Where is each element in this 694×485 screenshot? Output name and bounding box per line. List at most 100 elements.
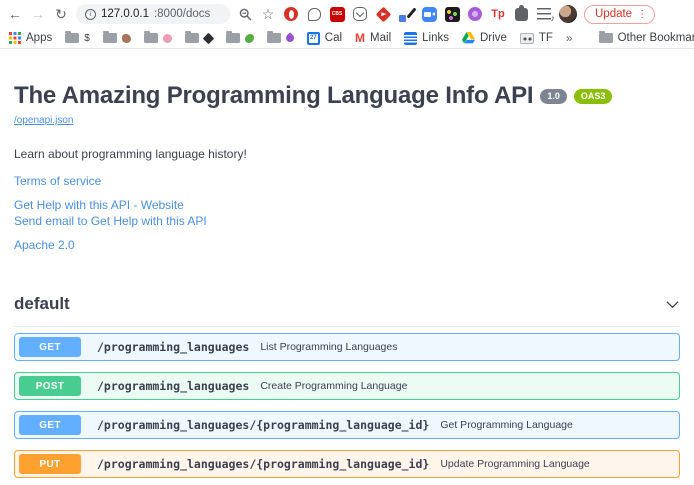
bookmark-folder-horse[interactable] <box>103 33 131 43</box>
bookmarks-overflow-icon[interactable]: » <box>566 31 573 45</box>
bookmark-tf-label: TF <box>539 32 553 44</box>
bookmarks-bar: Apps $ 27 Cal M Mail Links Drive TF » Ot… <box>0 28 694 49</box>
folder-icon <box>267 33 281 43</box>
bookmark-tf[interactable]: TF <box>520 32 553 44</box>
operation-path: /programming_languages <box>97 379 249 393</box>
other-bookmarks[interactable]: Other Bookmarks <box>599 32 694 44</box>
links-list-icon <box>404 32 417 45</box>
forward-icon[interactable]: → <box>30 7 46 21</box>
operations-list: GET /programming_languages List Programm… <box>14 333 680 485</box>
bookmark-star-icon[interactable]: ☆ <box>260 6 276 22</box>
bubble-glyph <box>308 8 321 21</box>
contact-email-link[interactable]: Send email to Get Help with this API <box>14 214 680 228</box>
api-description: Learn about programming language history… <box>14 147 680 161</box>
url-host: 127.0.0.1 <box>101 8 149 20</box>
zoom-out-icon[interactable] <box>237 6 253 22</box>
tp-extension-icon[interactable]: Tp <box>490 6 506 22</box>
folder-icon <box>599 33 613 43</box>
bookmark-folder-grad[interactable] <box>185 33 213 43</box>
pattern-extension-icon[interactable] <box>444 6 460 22</box>
browser-menu-icon: ⋮ <box>637 9 647 20</box>
bookmark-folder-heart[interactable] <box>267 33 294 43</box>
reload-icon[interactable]: ↻ <box>53 7 69 21</box>
bookmark-drive[interactable]: Drive <box>462 32 507 44</box>
terms-of-service-link[interactable]: Terms of service <box>14 174 680 188</box>
operation-row-post-create[interactable]: POST /programming_languages Create Progr… <box>14 372 680 400</box>
speech-bubble-extension-icon[interactable] <box>306 6 322 22</box>
section-title: default <box>14 294 70 314</box>
puzzle-glyph <box>515 8 528 21</box>
license-link[interactable]: Apache 2.0 <box>14 238 680 252</box>
url-bar[interactable]: i 127.0.0.1 :8000/docs <box>76 4 230 24</box>
operation-path: /programming_languages/{programming_lang… <box>97 457 429 471</box>
oas3-badge: OAS3 <box>574 89 613 104</box>
tag-section-default[interactable]: default <box>14 285 680 327</box>
card-icon <box>520 33 534 44</box>
drive-icon <box>462 32 475 44</box>
dollar-emoji-icon: $ <box>84 33 90 44</box>
operation-row-put-update[interactable]: PUT /programming_languages/{programming_… <box>14 450 680 478</box>
folder-icon <box>65 33 79 43</box>
swagger-page: The Amazing Programming Language Info AP… <box>0 82 694 485</box>
horse-emoji-icon <box>122 34 131 43</box>
method-badge: GET <box>19 337 81 357</box>
playlist-glyph: ♪ <box>537 8 551 20</box>
puzzle-extension-icon[interactable] <box>513 6 529 22</box>
operation-row-get-one[interactable]: GET /programming_languages/{programming_… <box>14 411 680 439</box>
bookmark-cal[interactable]: 27 Cal <box>307 32 342 45</box>
openapi-spec-link[interactable]: /openapi.json <box>14 115 74 126</box>
red-arrow-extension-icon[interactable] <box>375 6 391 22</box>
bookmark-folder-brain[interactable] <box>144 33 172 43</box>
bookmark-links[interactable]: Links <box>404 32 449 45</box>
method-badge: POST <box>19 376 81 396</box>
folder-icon <box>103 33 117 43</box>
bookmark-apps[interactable]: Apps <box>9 32 52 44</box>
profile-avatar[interactable] <box>559 5 577 23</box>
update-button[interactable]: Update ⋮ <box>584 5 655 24</box>
red-o-glyph <box>284 7 298 21</box>
bookmark-apps-label: Apps <box>26 32 52 44</box>
method-badge: PUT <box>19 454 81 474</box>
folder-icon <box>185 33 199 43</box>
folder-icon <box>144 33 158 43</box>
cbs-extension-icon[interactable]: CBS <box>329 6 345 22</box>
bookmark-drive-label: Drive <box>480 32 507 44</box>
graduation-cap-emoji-icon <box>203 32 214 43</box>
bookmark-links-label: Links <box>422 32 449 44</box>
operation-summary: Create Programming Language <box>260 380 407 392</box>
purple-flower-extension-icon[interactable] <box>467 6 483 22</box>
eyedropper-extension-icon[interactable] <box>398 6 414 22</box>
contact-website-link[interactable]: Get Help with this API - Website <box>14 198 680 212</box>
calendar-icon: 27 <box>307 32 320 45</box>
pocket-extension-icon[interactable] <box>352 6 368 22</box>
music-note-icon: ♪ <box>551 13 556 23</box>
bookmark-cal-label: Cal <box>325 32 342 44</box>
back-icon[interactable]: ← <box>7 7 23 21</box>
dropper-glyph <box>399 7 414 22</box>
apps-grid-icon <box>9 32 21 44</box>
bookmark-folder-green[interactable] <box>226 33 254 43</box>
red-o-extension-icon[interactable] <box>283 6 299 22</box>
method-badge: GET <box>19 415 81 435</box>
other-bookmarks-label: Other Bookmarks <box>618 32 694 44</box>
gmail-icon: M <box>355 31 365 45</box>
page-info-icon[interactable]: i <box>85 9 96 20</box>
operation-summary: List Programming Languages <box>260 341 397 353</box>
purple-heart-emoji-icon <box>284 32 295 43</box>
operation-path: /programming_languages <box>97 340 249 354</box>
update-label: Update <box>595 8 632 20</box>
browser-toolbar: ← → ↻ i 127.0.0.1 :8000/docs ☆ CBS Tp ♪ U… <box>0 0 694 28</box>
pattern-glyph <box>445 7 460 22</box>
zoom-camera-extension-icon[interactable] <box>421 6 437 22</box>
camera-glyph <box>422 7 437 22</box>
operation-summary: Update Programming Language <box>440 458 589 470</box>
url-path: :8000/docs <box>154 8 210 20</box>
page-title: The Amazing Programming Language Info AP… <box>14 82 533 110</box>
playlist-extension-icon[interactable]: ♪ <box>536 6 552 22</box>
bookmark-folder-money[interactable]: $ <box>65 33 90 44</box>
leaf-emoji-icon <box>245 34 254 43</box>
cbs-glyph: CBS <box>330 7 345 22</box>
operation-row-get-list[interactable]: GET /programming_languages List Programm… <box>14 333 680 361</box>
chevron-down-icon[interactable] <box>665 297 680 312</box>
bookmark-mail[interactable]: M Mail <box>355 31 391 45</box>
